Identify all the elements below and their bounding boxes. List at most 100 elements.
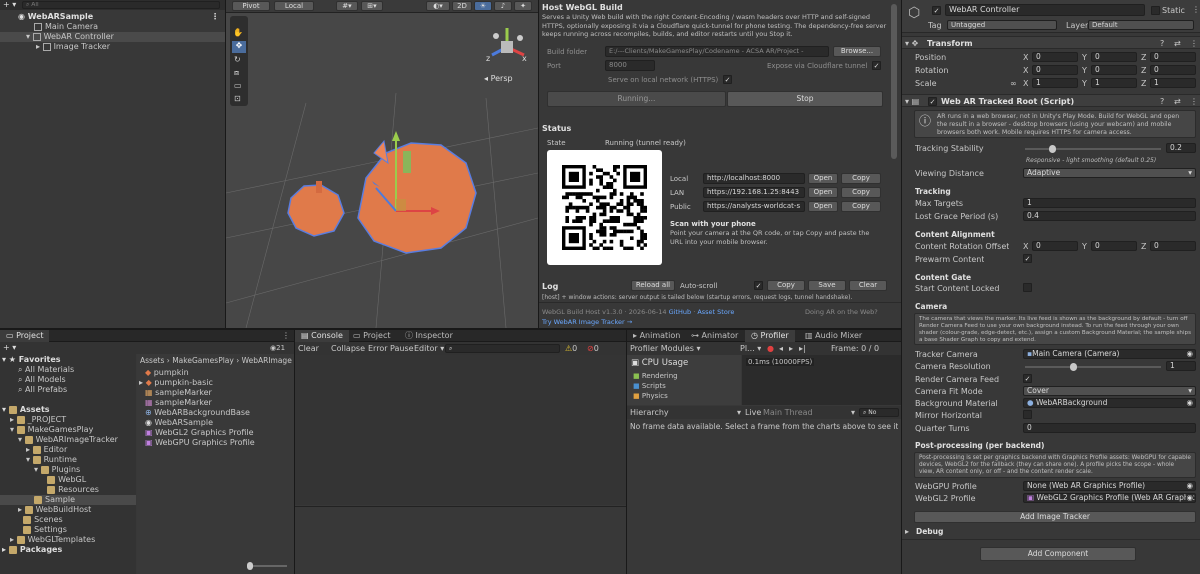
profiler-modules-dropdown[interactable]: Profiler Modules ▾ xyxy=(630,344,701,353)
object-picker-icon[interactable]: ◉ xyxy=(1186,350,1193,358)
rotation-z-field[interactable]: 0 xyxy=(1150,65,1196,75)
grid-snap-button[interactable]: #▾ xyxy=(336,1,358,11)
tab-inspector[interactable]: ⓘ Inspector xyxy=(399,330,459,342)
more-icon[interactable]: ⋮ xyxy=(1192,5,1200,14)
scale-z-field[interactable]: 1 xyxy=(1150,78,1196,88)
tree-folder[interactable]: ▸ _PROJECT xyxy=(0,415,136,425)
start-locked-checkbox[interactable] xyxy=(1023,283,1032,292)
try-webar-link[interactable]: Try WebAR Image Tracker → xyxy=(542,318,632,326)
scene-view[interactable]: Pivot Local #▾ ⊞▾ ◐▾ 2D ☀ ♪ ✦ ✋ ✥ ↻ ⧈ ▭ … xyxy=(226,0,538,328)
tree-folder[interactable]: ▾ MakeGamesPlay xyxy=(0,425,136,435)
host-scrollbar[interactable] xyxy=(891,4,897,159)
preset-icon[interactable]: ⇄ xyxy=(1174,39,1181,48)
tag-dropdown[interactable]: Untagged xyxy=(947,20,1057,30)
cpu-module[interactable]: ▣ CPU Usage ■ Rendering ■ Scripts ■ Phys… xyxy=(627,355,741,405)
max-targets-field[interactable]: 1 xyxy=(1023,198,1196,208)
shading-button[interactable]: ◐▾ xyxy=(426,1,450,11)
snap-button[interactable]: ⊞▾ xyxy=(361,1,383,11)
url-field[interactable]: https://analysts-worldcat-s xyxy=(703,201,805,212)
file-item[interactable]: ▸ ◆ pumpkin-basic xyxy=(137,378,294,388)
active-checkbox[interactable]: ✓ xyxy=(932,6,941,15)
auto-scroll-checkbox[interactable]: ✓ xyxy=(754,281,763,290)
tree-folder[interactable]: Resources xyxy=(0,485,136,495)
running-button[interactable]: Running... xyxy=(547,91,726,107)
open-url-button[interactable]: Open xyxy=(808,201,838,212)
pumpkin-small[interactable] xyxy=(287,181,345,237)
lost-grace-field[interactable]: 0.4 xyxy=(1023,211,1196,221)
tree-folder[interactable]: ▾ Plugins xyxy=(0,465,136,475)
url-field[interactable]: http://localhost:8000 xyxy=(703,173,805,184)
tree-folder[interactable]: ▾ Runtime xyxy=(0,455,136,465)
scale-x-field[interactable]: 1 xyxy=(1032,78,1078,88)
content-rotation-z-field[interactable]: 0 xyxy=(1150,241,1196,251)
quarter-turns-field[interactable]: 0 xyxy=(1023,423,1196,433)
transform-header[interactable]: ▾ ✥ Transform ? ⇄ ⋮ xyxy=(902,36,1200,49)
layer-dropdown[interactable]: Default xyxy=(1088,20,1194,30)
rotation-y-field[interactable]: 0 xyxy=(1091,65,1137,75)
webgl2-profile-field[interactable]: ▣ WebGL2 Graphics Profile (Web AR Graphi… xyxy=(1023,493,1196,503)
local-button[interactable]: Local xyxy=(274,1,314,11)
position-z-field[interactable]: 0 xyxy=(1150,52,1196,62)
url-field[interactable]: https://192.168.1.25:8443 xyxy=(703,187,805,198)
play-mode-dropdown[interactable]: Pl... ▾ xyxy=(740,344,761,353)
effects-toggle[interactable]: ✦ xyxy=(514,1,532,11)
assets-row[interactable]: ▾ Assets xyxy=(0,405,136,415)
prewarm-checkbox[interactable]: ✓ xyxy=(1023,254,1032,263)
pumpkin-large[interactable] xyxy=(357,139,477,254)
open-url-button[interactable]: Open xyxy=(808,187,838,198)
log-save-button[interactable]: Save xyxy=(808,280,846,291)
position-x-field[interactable]: 0 xyxy=(1032,52,1078,62)
stop-button[interactable]: Stop xyxy=(727,91,883,107)
port-field[interactable]: 8000 xyxy=(605,60,655,71)
link-icon[interactable]: ∞ xyxy=(1010,79,1017,88)
main-thread-dropdown[interactable]: Main Thread xyxy=(763,408,813,417)
camera-resolution-slider[interactable] xyxy=(1025,363,1161,371)
render-feed-checkbox[interactable]: ✓ xyxy=(1023,374,1032,383)
help-icon[interactable]: ? xyxy=(1160,97,1164,106)
expose-tunnel-checkbox[interactable]: ✓ xyxy=(872,61,881,70)
live-toggle[interactable]: Live xyxy=(745,408,761,417)
editor-dropdown[interactable]: Editor ▾ xyxy=(414,344,444,353)
component-header[interactable]: ▾ ▤ ✓ Web AR Tracked Root (Script) ? ⇄ ⋮ xyxy=(902,94,1200,107)
object-picker-icon[interactable]: ◉ xyxy=(1186,399,1193,407)
webgpu-profile-field[interactable]: None (Web AR Graphics Profile) ◉ xyxy=(1023,481,1196,491)
favorite-item[interactable]: ⌕ All Models xyxy=(0,375,136,385)
static-checkbox[interactable] xyxy=(1151,6,1160,15)
log-copy-button[interactable]: Copy xyxy=(767,280,805,291)
tab-animator[interactable]: ⊶ Animator xyxy=(685,330,744,342)
tree-folder[interactable]: WebGL xyxy=(0,475,136,485)
warning-count[interactable]: ⚠0 xyxy=(565,344,577,353)
next-frame-icon[interactable]: ▸ xyxy=(789,344,793,353)
file-item[interactable]: ⊕ WebARBackgroundBase xyxy=(137,408,294,418)
scene-row[interactable]: ◉ WebARSample ⋮ xyxy=(0,12,225,22)
console-search-input[interactable]: ⌕ xyxy=(445,344,560,353)
build-folder-field[interactable]: E:/---Clients/MakeGamesPlay/Codename - A… xyxy=(605,46,829,57)
file-item[interactable]: ▦ sampleMarker xyxy=(137,398,294,408)
github-link[interactable]: GitHub xyxy=(669,308,692,316)
mirror-checkbox[interactable] xyxy=(1023,410,1032,419)
file-item[interactable]: ◆ pumpkin xyxy=(137,368,294,378)
pivot-button[interactable]: Pivot xyxy=(232,1,270,11)
hierarchy-search-input[interactable]: ⌕ All xyxy=(22,1,220,9)
prev-frame-icon[interactable]: ◂ xyxy=(779,344,783,353)
position-y-field[interactable]: 0 xyxy=(1091,52,1137,62)
open-url-button[interactable]: Open xyxy=(808,173,838,184)
object-picker-icon[interactable]: ◉ xyxy=(1186,494,1193,502)
collapse-button[interactable]: Collapse xyxy=(331,344,365,353)
more-icon[interactable]: ⋮ xyxy=(1190,39,1198,48)
file-item[interactable]: ▣ WebGL2 Graphics Profile xyxy=(137,428,294,438)
reload-all-button[interactable]: Reload all xyxy=(631,280,675,291)
hierarchy-dropdown[interactable]: Hierarchy xyxy=(630,408,669,417)
slider-knob[interactable] xyxy=(1070,363,1077,371)
hierarchy-item-image-tracker[interactable]: ▸ Image Tracker xyxy=(0,42,225,52)
create-icon[interactable]: + ▾ xyxy=(3,343,16,352)
record-icon[interactable]: ● xyxy=(767,344,774,353)
tab-console[interactable]: ▤ Console xyxy=(295,330,349,342)
scale-y-field[interactable]: 1 xyxy=(1091,78,1137,88)
camera-resolution-field[interactable]: 1 xyxy=(1166,361,1196,371)
icon-size-slider[interactable] xyxy=(247,562,287,570)
tree-folder[interactable]: Scenes xyxy=(0,515,136,525)
copy-url-button[interactable]: Copy xyxy=(841,187,881,198)
tree-folder[interactable]: ▸ WebGLTemplates xyxy=(0,535,136,545)
more-icon[interactable]: ⋮ xyxy=(211,12,219,22)
